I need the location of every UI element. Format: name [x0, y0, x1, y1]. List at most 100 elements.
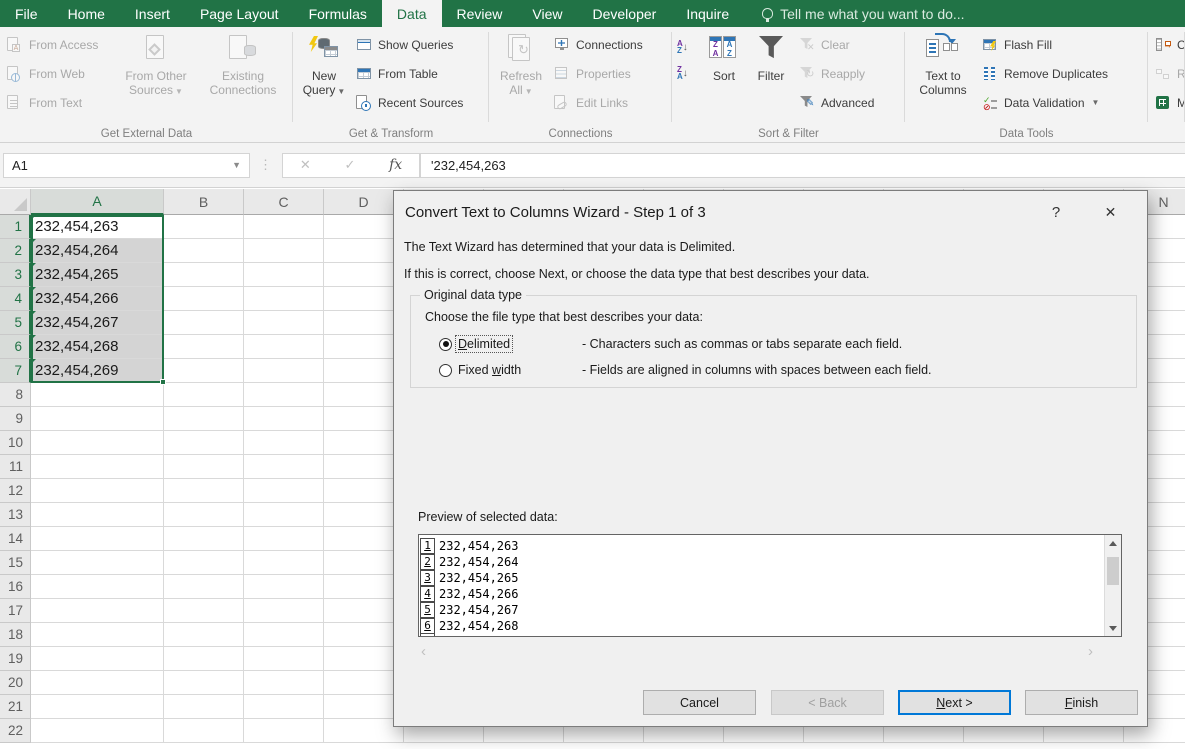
cell-D21[interactable]	[324, 695, 404, 719]
cell-B8[interactable]	[164, 383, 244, 407]
clear-filter-button[interactable]: ✕ Clear	[795, 30, 878, 59]
preview-vertical-scrollbar[interactable]	[1104, 535, 1121, 636]
cell-B2[interactable]	[164, 239, 244, 263]
column-header-C[interactable]: C	[244, 189, 324, 215]
row-header-19[interactable]: 19	[0, 647, 31, 671]
scroll-left-icon[interactable]: ‹	[421, 643, 426, 660]
from-text-button[interactable]: From Text	[3, 88, 115, 117]
connections-button[interactable]: Connections	[550, 30, 647, 59]
column-header-D[interactable]: D	[324, 189, 404, 215]
cell-B11[interactable]	[164, 455, 244, 479]
tab-file[interactable]: File	[0, 0, 53, 27]
cell-A1[interactable]: 232,454,263	[31, 215, 164, 239]
cell-D13[interactable]	[324, 503, 404, 527]
tab-insert[interactable]: Insert	[120, 0, 185, 27]
cell-A14[interactable]	[31, 527, 164, 551]
row-header-22[interactable]: 22	[0, 719, 31, 743]
dialog-title-bar[interactable]: Convert Text to Columns Wizard - Step 1 …	[394, 191, 1147, 233]
filter-button[interactable]: Filter	[747, 29, 795, 84]
cell-C10[interactable]	[244, 431, 324, 455]
tab-inquire[interactable]: Inquire	[671, 0, 744, 27]
cell-B13[interactable]	[164, 503, 244, 527]
cancel-formula-icon[interactable]: ✕	[300, 157, 311, 173]
cell-B5[interactable]	[164, 311, 244, 335]
cell-C2[interactable]	[244, 239, 324, 263]
text-to-columns-button[interactable]: Text to Columns	[908, 29, 978, 98]
row-header-1[interactable]: 1	[0, 215, 31, 239]
cell-C13[interactable]	[244, 503, 324, 527]
from-access-button[interactable]: A From Access	[3, 30, 115, 59]
cell-C17[interactable]	[244, 599, 324, 623]
name-box[interactable]: A1 ▼	[3, 152, 250, 178]
cell-C16[interactable]	[244, 575, 324, 599]
row-header-3[interactable]: 3	[0, 263, 31, 287]
cell-D10[interactable]	[324, 431, 404, 455]
cell-D9[interactable]	[324, 407, 404, 431]
cell-A16[interactable]	[31, 575, 164, 599]
cell-D15[interactable]	[324, 551, 404, 575]
cell-A15[interactable]	[31, 551, 164, 575]
cell-A11[interactable]	[31, 455, 164, 479]
new-query-button[interactable]: New Query ▼	[296, 29, 352, 98]
name-box-dropdown-icon[interactable]: ▼	[232, 160, 241, 170]
cell-B17[interactable]	[164, 599, 244, 623]
cell-C20[interactable]	[244, 671, 324, 695]
cell-D4[interactable]	[324, 287, 404, 311]
cell-A10[interactable]	[31, 431, 164, 455]
cell-C14[interactable]	[244, 527, 324, 551]
cell-A9[interactable]	[31, 407, 164, 431]
cell-C3[interactable]	[244, 263, 324, 287]
row-header-10[interactable]: 10	[0, 431, 31, 455]
cell-C15[interactable]	[244, 551, 324, 575]
cell-B7[interactable]	[164, 359, 244, 383]
scroll-up-icon[interactable]	[1105, 535, 1121, 551]
cell-A12[interactable]	[31, 479, 164, 503]
cell-B9[interactable]	[164, 407, 244, 431]
row-header-17[interactable]: 17	[0, 599, 31, 623]
cell-C12[interactable]	[244, 479, 324, 503]
cell-A20[interactable]	[31, 671, 164, 695]
cell-D1[interactable]	[324, 215, 404, 239]
sort-ascending-button[interactable]: A Z ↓	[675, 34, 701, 60]
row-header-15[interactable]: 15	[0, 551, 31, 575]
enter-formula-icon[interactable]: ✓	[344, 157, 355, 173]
cell-C8[interactable]	[244, 383, 324, 407]
reapply-filter-button[interactable]: ↻ Reapply	[795, 59, 878, 88]
cell-D17[interactable]	[324, 599, 404, 623]
cell-C5[interactable]	[244, 311, 324, 335]
row-header-8[interactable]: 8	[0, 383, 31, 407]
cell-A17[interactable]	[31, 599, 164, 623]
cell-B10[interactable]	[164, 431, 244, 455]
manage-data-model-button[interactable]: Ma	[1151, 88, 1185, 117]
row-header-2[interactable]: 2	[0, 239, 31, 263]
row-header-7[interactable]: 7	[0, 359, 31, 383]
row-header-21[interactable]: 21	[0, 695, 31, 719]
cell-D8[interactable]	[324, 383, 404, 407]
refresh-all-button[interactable]: ↻ Refresh All ▼	[492, 29, 550, 98]
cancel-button[interactable]: Cancel	[643, 690, 756, 715]
cell-D20[interactable]	[324, 671, 404, 695]
cell-A13[interactable]	[31, 503, 164, 527]
cell-C9[interactable]	[244, 407, 324, 431]
remove-duplicates-button[interactable]: Remove Duplicates	[978, 59, 1112, 88]
tab-formulas[interactable]: Formulas	[294, 0, 382, 27]
fixed-width-radio-label[interactable]: Fixed width	[456, 362, 523, 378]
existing-connections-button[interactable]: Existing Connections	[197, 29, 289, 98]
tab-developer[interactable]: Developer	[578, 0, 672, 27]
tab-home[interactable]: Home	[53, 0, 120, 27]
cell-D12[interactable]	[324, 479, 404, 503]
row-header-9[interactable]: 9	[0, 407, 31, 431]
cell-D7[interactable]	[324, 359, 404, 383]
cell-C19[interactable]	[244, 647, 324, 671]
select-all-corner[interactable]	[0, 189, 31, 215]
scrollbar-thumb[interactable]	[1107, 557, 1119, 585]
cell-B4[interactable]	[164, 287, 244, 311]
sort-descending-button[interactable]: Z A ↓	[675, 60, 701, 86]
cell-B3[interactable]	[164, 263, 244, 287]
cell-B14[interactable]	[164, 527, 244, 551]
cell-D3[interactable]	[324, 263, 404, 287]
recent-sources-button[interactable]: Recent Sources	[352, 88, 467, 117]
row-header-13[interactable]: 13	[0, 503, 31, 527]
cell-B18[interactable]	[164, 623, 244, 647]
cell-B6[interactable]	[164, 335, 244, 359]
